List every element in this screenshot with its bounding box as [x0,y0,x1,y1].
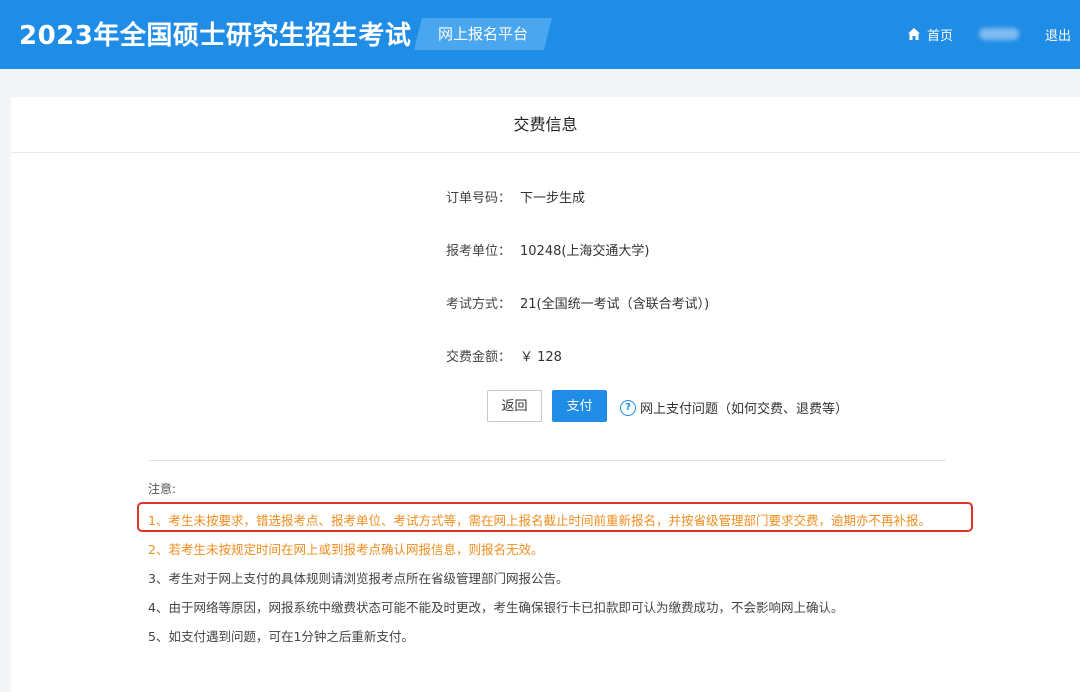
fee-amount-value: ￥ 128 [520,350,562,365]
top-header: 2023年全国硕士研究生招生考试 网上报名平台 首页 退出 [0,0,1080,69]
fee-amount-row: 交费金额： ￥ 128 [446,346,562,365]
institution-label: 报考单位： [446,244,512,259]
fee-amount-label: 交费金额： [446,350,512,365]
exam-mode-value: 21(全国统一考试（含联合考试）) [520,297,710,312]
exam-mode-label: 考试方式： [446,297,512,312]
platform-label: 网上报名平台 [437,25,528,43]
panel-title: 交费信息 [11,97,1080,153]
back-button[interactable]: 返回 [487,390,542,422]
payment-help-text: 网上支付问题（如何交费、退费等） [640,402,849,417]
home-icon[interactable] [907,27,921,41]
notice-item-3: 3、考生对于网上支付的具体规则请浏览报考点所在省级管理部门网报公告。 [148,571,569,586]
institution-value: 10248(上海交通大学) [520,244,650,259]
question-icon: ? [620,399,636,416]
site-title: 2023年全国硕士研究生招生考试 [19,21,412,51]
divider [148,460,946,461]
notice-item-2: 2、若考生未按规定时间在网上或到报考点确认网报信息，则报名无效。 [148,542,544,557]
exam-mode-row: 考试方式： 21(全国统一考试（含联合考试）) [446,293,709,312]
notice-item-4: 4、由于网络等原因，网报系统中缴费状态可能不能及时更改，考生确保银行卡已扣款即可… [148,600,844,615]
notice-item-1: 1、考生未按要求，错选报考点、报考单位、考试方式等，需在网上报名截止时间前重新报… [148,513,931,528]
nav-home-link[interactable]: 首页 [927,25,953,44]
order-number-row: 订单号码： 下一步生成 [446,187,585,206]
order-number-value: 下一步生成 [520,191,586,206]
pay-button[interactable]: 支付 [552,390,607,422]
payment-help-link[interactable]: ? 网上支付问题（如何交费、退费等） [620,398,848,417]
order-number-label: 订单号码： [446,191,512,206]
top-nav: 首页 退出 [907,24,1071,44]
institution-row: 报考单位： 10248(上海交通大学) [446,240,650,259]
notice-title: 注意: [148,482,177,496]
nav-logout-link[interactable]: 退出 [1045,25,1071,44]
platform-tag: 网上报名平台 [414,18,552,50]
notice-item-5: 5、如支付遇到问题，可在1分钟之后重新支付。 [148,629,414,644]
payment-panel: 交费信息 订单号码： 下一步生成 报考单位： 10248(上海交通大学) 考试方式：… [11,97,1080,692]
user-name-blurred [978,28,1019,40]
